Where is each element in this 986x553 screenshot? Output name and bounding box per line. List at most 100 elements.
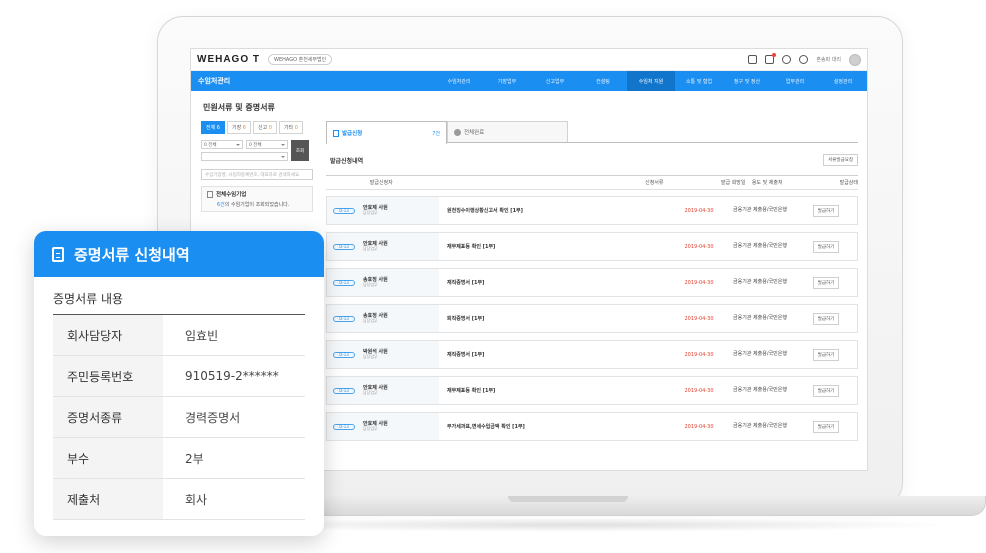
- dday-badge: D-13: [333, 423, 355, 430]
- issue-button[interactable]: 발급하기: [812, 312, 840, 325]
- issue-button[interactable]: 발급하기: [812, 204, 840, 217]
- desired-date: 2019-04-30: [684, 423, 714, 430]
- applicant-role: 담당업무: [363, 426, 378, 432]
- nav-item[interactable]: 설정관리: [819, 71, 867, 91]
- table-row[interactable]: D-13 안효제 사원 담당업무 부가세과표,면세수입금액 확인 [1부] 2019-0…: [326, 412, 858, 441]
- category-tab[interactable]: 신고 0: [252, 121, 277, 134]
- issue-button[interactable]: 발급하기: [812, 384, 840, 397]
- search-button[interactable]: 조회: [291, 140, 309, 161]
- page-title: 민원서류 및 증명서류: [203, 103, 275, 112]
- avatar[interactable]: [849, 53, 861, 66]
- filter-select-3[interactable]: [201, 152, 288, 161]
- applicant-name: 안효제 사원 담당업무: [363, 385, 388, 396]
- settings-icon[interactable]: [782, 55, 792, 64]
- table-header: 발급신청자 신청서류 발급 희망일 용도 및 제출처 발급상태: [326, 175, 858, 190]
- detail-value: 회사: [185, 492, 208, 507]
- document-name: 부가세과표,면세수입금액 확인 [1부]: [447, 424, 525, 430]
- category-tab-count: 6: [242, 125, 246, 131]
- filter-selects: 0 전체 0 전체: [201, 140, 288, 161]
- applicant-role: 담당업무: [363, 246, 378, 252]
- applicant-role: 담당업무: [363, 210, 378, 216]
- detail-value: 910519-2******: [185, 369, 279, 383]
- company-selector[interactable]: WEHAGO 혼천세무법인: [268, 54, 333, 65]
- company-count: 6건: [217, 202, 225, 208]
- category-tab[interactable]: 기장 6: [226, 121, 251, 134]
- category-tab[interactable]: 전체 6: [201, 121, 225, 134]
- notification-icon[interactable]: [765, 53, 777, 64]
- issue-button[interactable]: 발급하기: [812, 276, 840, 289]
- table-row[interactable]: D-13 안효제 사원 담당업무 원천징수이행상황신고서 확인 [1부] 2019-04…: [326, 196, 858, 225]
- memo-icon[interactable]: [748, 55, 758, 64]
- table-row[interactable]: D-13 안효제 사원 담당업무 재무제표등 확인 [1부] 2019-04-30 금융기…: [326, 232, 858, 261]
- issue-button[interactable]: 발급하기: [812, 240, 840, 253]
- dday-badge: D-13: [333, 351, 355, 358]
- applicant-name: 안효제 사원 담당업무: [363, 205, 388, 216]
- desired-date: 2019-04-30: [684, 351, 714, 358]
- user-name[interactable]: 혼송파 대리: [816, 56, 841, 63]
- purpose: 금융기관 제출용/국민은행: [733, 387, 787, 394]
- applicant-cell: D-13 안효제 사원 담당업무: [327, 233, 439, 260]
- request-document-button[interactable]: 서류발급요청: [823, 154, 858, 166]
- filter-select-2[interactable]: 0 전체: [246, 140, 288, 149]
- document-name: 재직증명서 [1부]: [447, 280, 485, 286]
- wehago-logo[interactable]: WEHAGO T: [197, 54, 260, 65]
- top-icons: 혼송파 대리: [748, 53, 861, 66]
- table-row[interactable]: D-13 안효제 사원 담당업무 재무제표등 확인 [1부] 2019-04-30 금융기…: [326, 376, 858, 405]
- nav-item[interactable]: 수임처관리: [435, 71, 483, 91]
- table-row[interactable]: D-13 송효정 사원 담당업무 퇴직증명서 [1부] 2019-04-30 금융기관 제…: [326, 304, 858, 333]
- table-row[interactable]: D-13 박원석 사원 담당업무 재직증명서 [1부] 2019-04-30 금융기관 제…: [326, 340, 858, 369]
- document-name: 퇴직증명서 [1부]: [447, 316, 485, 322]
- card-detail-table: 회사담당자 임효빈 주민등록번호 910519-2****** 증명서종류 경력증명서 부수…: [53, 314, 305, 520]
- issue-button[interactable]: 발급하기: [812, 420, 840, 433]
- col-document: 신청서류: [645, 180, 664, 186]
- category-tab[interactable]: 기타 0: [278, 121, 303, 134]
- applicant-cell: D-13 안효제 사원 담당업무: [327, 377, 439, 404]
- nav-item[interactable]: 청구 및 정산: [723, 71, 771, 91]
- tab-all-complete-label: 전체완료: [464, 130, 485, 136]
- company-search-input[interactable]: 수임기업명, 사업자등록번호, 대표자로 검색하세요.: [201, 169, 313, 180]
- stage: WEHAGO T WEHAGO 혼천세무법인 혼송파 대리 수임처관리 수임처관…: [0, 0, 986, 553]
- status-cell: 발급하기: [796, 276, 856, 289]
- help-icon[interactable]: [799, 55, 809, 64]
- all-companies-box[interactable]: 전체수임기업 6건의 수임기업이 조회되었습니다.: [201, 186, 313, 212]
- desired-date: 2019-04-30: [684, 279, 714, 286]
- nav-item[interactable]: 업무관리: [771, 71, 819, 91]
- applicant-cell: D-13 송효정 사원 담당업무: [327, 269, 439, 296]
- desired-date: 2019-04-30: [684, 315, 714, 322]
- applicant-cell: D-13 송효정 사원 담당업무: [327, 305, 439, 332]
- nav-title[interactable]: 수임처관리: [191, 76, 423, 86]
- applicant-name: 송효정 사원 담당업무: [363, 313, 388, 324]
- applicant-role: 담당업무: [363, 354, 378, 360]
- applicant-role: 담당업무: [363, 282, 378, 288]
- purpose: 금융기관 제출용/국민은행: [733, 423, 787, 430]
- applicant-cell: D-13 박원석 사원 담당업무: [327, 341, 439, 368]
- nav-item[interactable]: 기장업무: [483, 71, 531, 91]
- filter-select-1[interactable]: 0 전체: [201, 140, 243, 149]
- issue-button[interactable]: 발급하기: [812, 348, 840, 361]
- status-cell: 발급하기: [796, 312, 856, 325]
- laptop-notch: [508, 496, 628, 502]
- nav-item[interactable]: 신고업무: [531, 71, 579, 91]
- nav-item[interactable]: 컨설팅: [579, 71, 627, 91]
- status-cell: 발급하기: [796, 240, 856, 253]
- detail-row: 회사담당자 임효빈: [53, 315, 305, 356]
- section-header: 발급신청내역 서류발급요청: [326, 154, 858, 166]
- nav-item[interactable]: 수임처 지원: [627, 71, 675, 91]
- category-tab-count: 0: [294, 125, 298, 131]
- category-tab-count: 0: [268, 125, 272, 131]
- tab-all-complete[interactable]: 전체완료: [447, 121, 568, 142]
- status-cell: 발급하기: [796, 204, 856, 217]
- purpose: 금융기관 제출용/국민은행: [733, 207, 787, 214]
- section-title: 발급신청내역: [330, 157, 364, 165]
- tab-issue-request-count: 7건: [432, 130, 440, 137]
- left-panel: 전체 6 기장 6 신고 0 기타 0 0 전체 0 전체 조회 수임기업명, 사업자…: [201, 121, 313, 212]
- applicant-name: 안효제 사원 담당업무: [363, 421, 388, 432]
- table-row[interactable]: D-13 송효정 사원 담당업무 재직증명서 [1부] 2019-04-30 금융기관 제…: [326, 268, 858, 297]
- detail-row: 증명서종류 경력증명서: [53, 397, 305, 438]
- purpose: 금융기관 제출용/국민은행: [733, 279, 787, 286]
- all-companies-text: 전체수임기업: [216, 192, 247, 198]
- tab-issue-request[interactable]: 발급신청 7건: [326, 121, 447, 144]
- purpose: 금융기관 제출용/국민은행: [733, 243, 787, 250]
- nav-item[interactable]: 소통 및 협업: [675, 71, 723, 91]
- card-subtitle: 증명서류 내용: [53, 292, 124, 306]
